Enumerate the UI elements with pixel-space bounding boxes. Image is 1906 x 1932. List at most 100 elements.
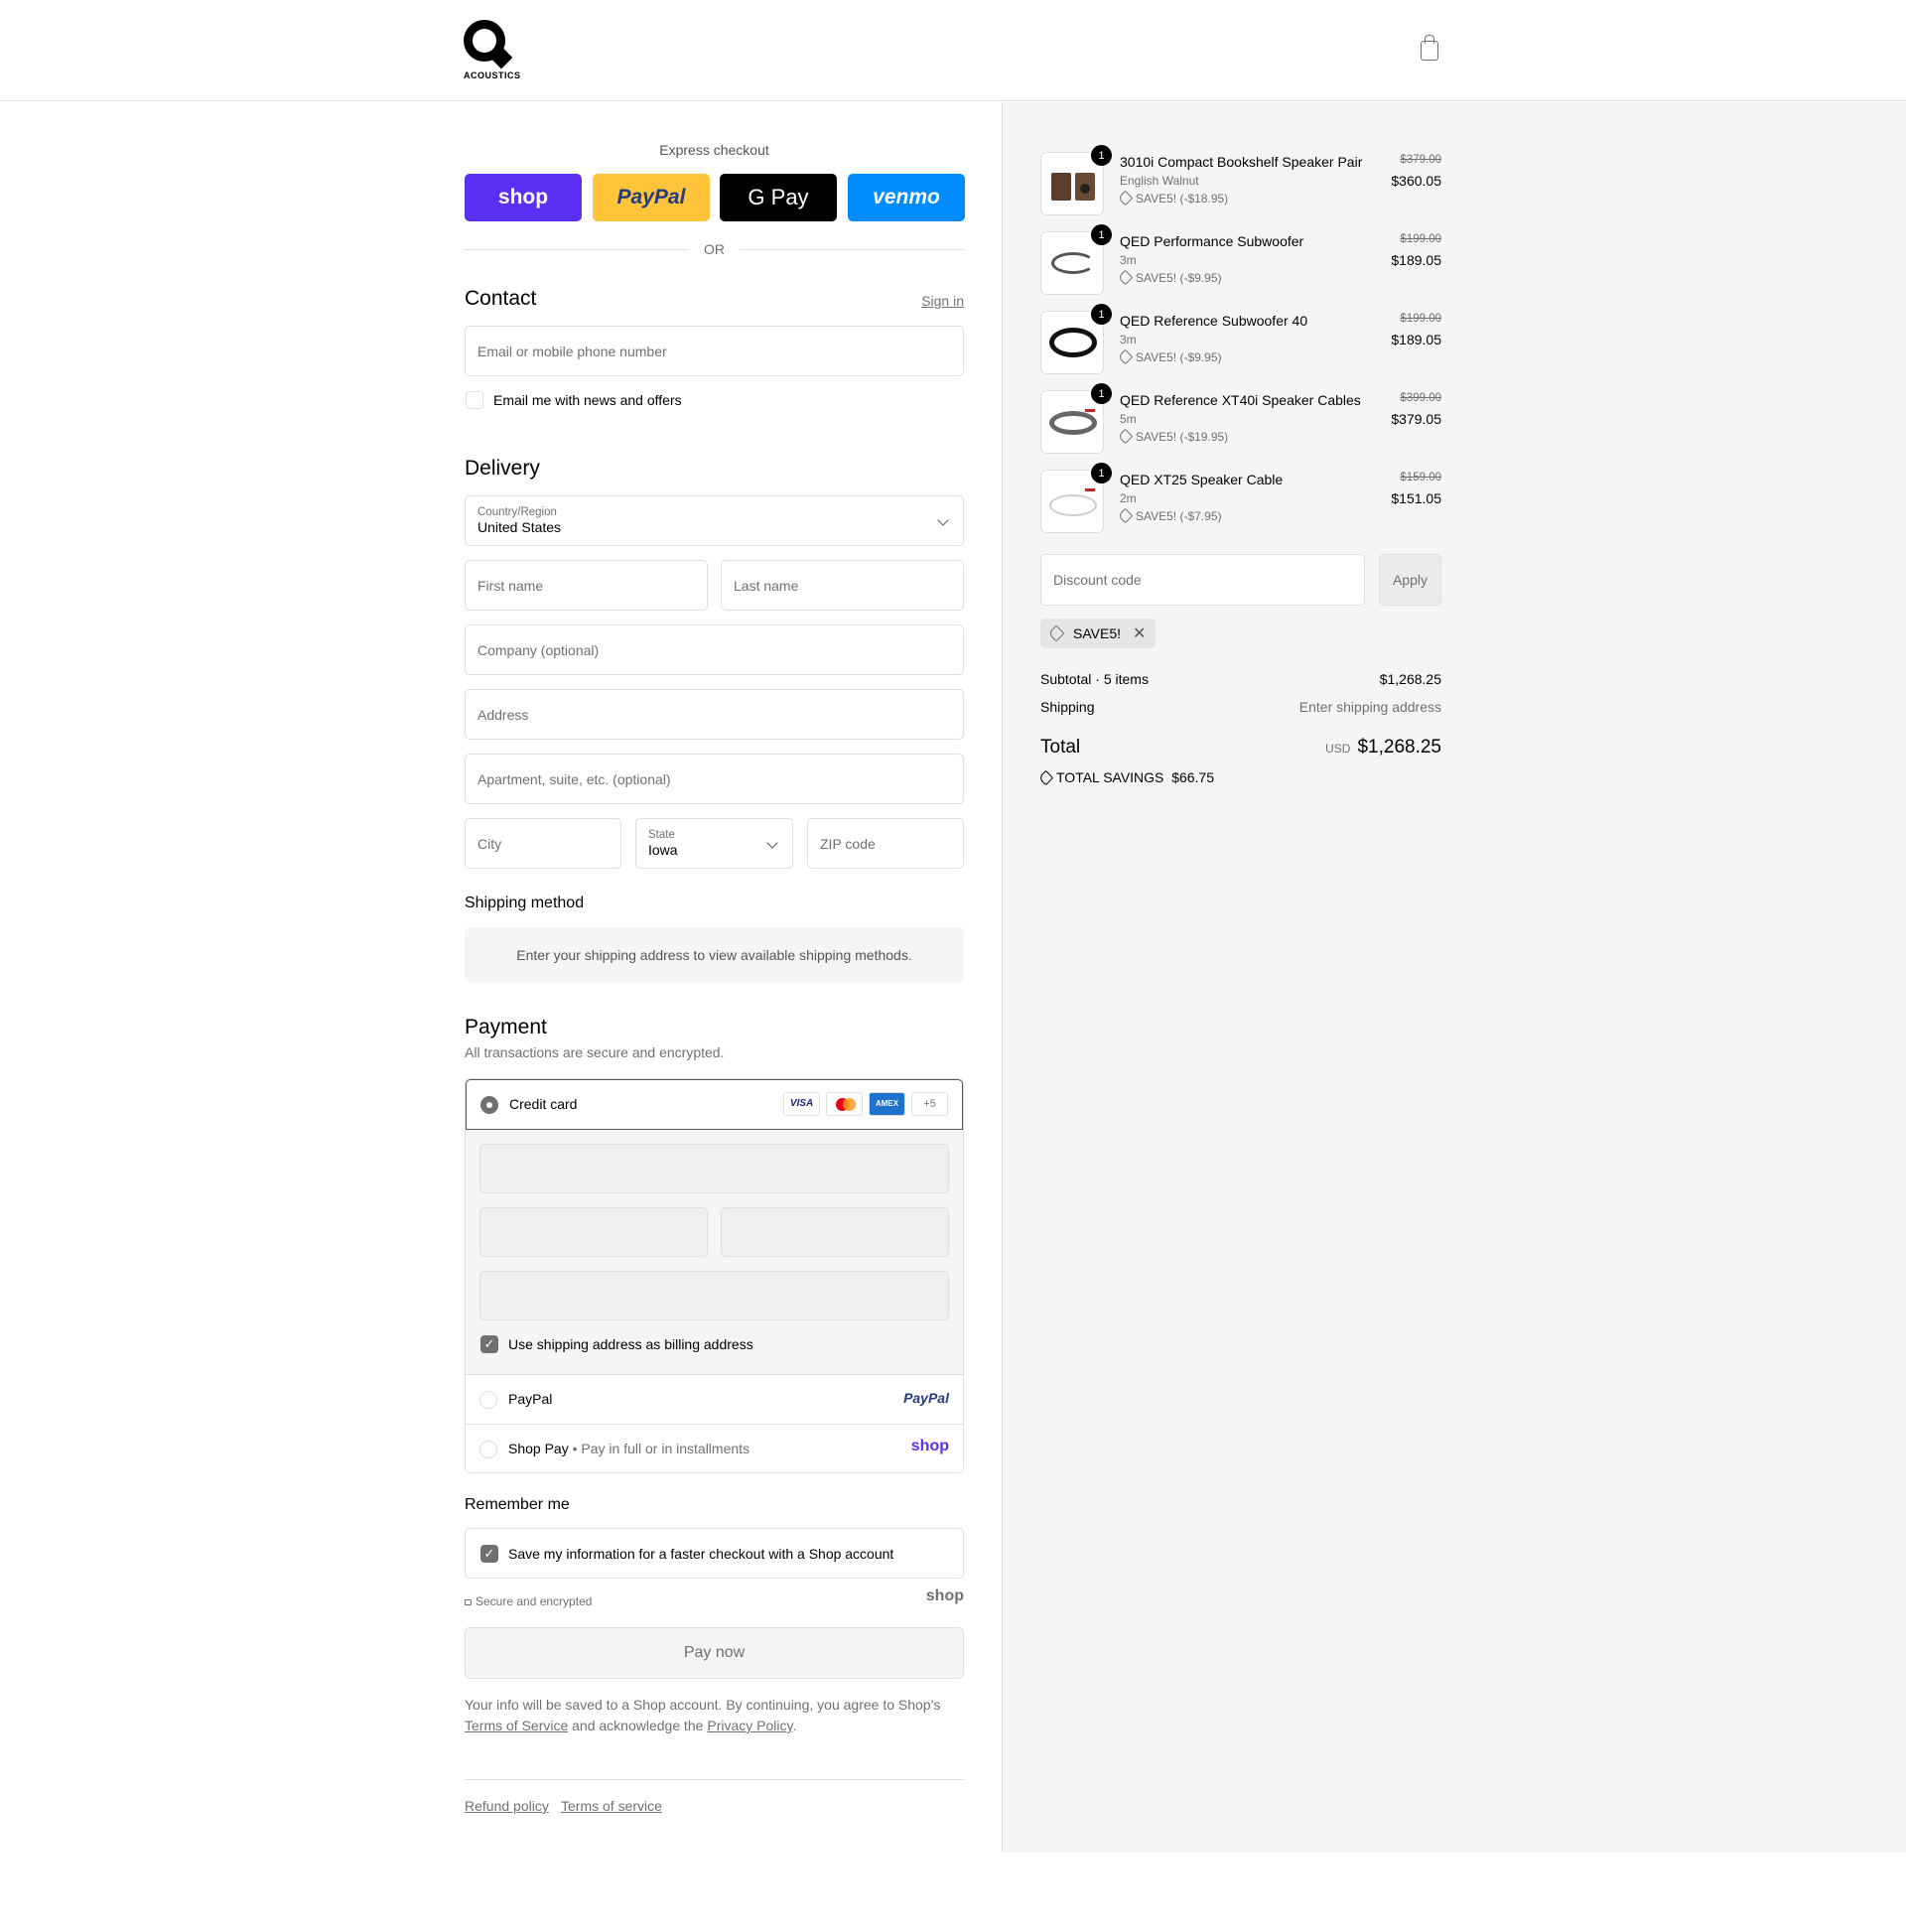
billing-label: Use shipping address as billing address xyxy=(508,1336,753,1352)
discount-code-field[interactable]: Discount code xyxy=(1040,554,1365,606)
apartment-placeholder: Apartment, suite, etc. (optional) xyxy=(477,770,671,787)
item-discount: SAVE5! (-$9.95) xyxy=(1117,269,1222,286)
quantity-badge: 1 xyxy=(1091,145,1112,166)
company-field[interactable]: Company (optional) xyxy=(465,624,964,675)
zip-field[interactable]: ZIP code xyxy=(807,818,964,869)
total-amount: USD $1,268.25 xyxy=(1325,737,1441,759)
logo-text: ACOUSTICS xyxy=(464,70,521,80)
last-name-field[interactable]: Last name xyxy=(721,560,964,611)
cart-item: 1 QED Performance Subwoofer 3m SAVE5! (-… xyxy=(1040,221,1441,295)
item-name: QED Reference Subwoofer 40 xyxy=(1120,313,1308,329)
brand-logo[interactable]: ACOUSTICS xyxy=(464,20,520,83)
apply-button[interactable]: Apply xyxy=(1379,554,1441,606)
item-variant: English Walnut xyxy=(1120,174,1199,188)
lock-icon xyxy=(465,1599,472,1605)
address-field[interactable]: Address xyxy=(465,689,964,740)
tag-icon xyxy=(1117,348,1134,365)
terms-of-service-link[interactable]: Terms of service xyxy=(561,1798,662,1814)
item-discount: SAVE5! (-$7.95) xyxy=(1117,507,1221,524)
tag-icon xyxy=(1117,190,1134,207)
pay-now-button[interactable]: Pay now xyxy=(465,1627,964,1679)
paypal-button[interactable]: PayPal xyxy=(593,174,710,221)
city-field[interactable]: City xyxy=(465,818,621,869)
item-variant: 3m xyxy=(1120,253,1137,267)
shop-pay-option[interactable]: Shop Pay • Pay in full or in installment… xyxy=(466,1424,963,1472)
billing-checkbox[interactable]: ✓ xyxy=(480,1335,498,1353)
google-pay-logo: G Pay xyxy=(748,185,809,209)
legal-text-2: and acknowledge the xyxy=(572,1718,704,1733)
paypal-radio[interactable] xyxy=(479,1391,497,1409)
item-variant: 5m xyxy=(1120,412,1137,426)
name-on-card-field[interactable] xyxy=(479,1271,949,1320)
legal-text-1: Your info will be saved to a Shop accoun… xyxy=(465,1697,941,1713)
speaker-icon xyxy=(1051,173,1071,201)
item-name: QED Reference XT40i Speaker Cables xyxy=(1120,392,1361,408)
cable-icon xyxy=(1049,411,1097,435)
save-info-checkbox[interactable]: ✓ xyxy=(480,1545,498,1563)
payment-subtitle: All transactions are secure and encrypte… xyxy=(465,1044,725,1060)
credit-card-radio[interactable] xyxy=(480,1096,498,1114)
quantity-badge: 1 xyxy=(1091,224,1112,245)
shop-logo-icon: shop xyxy=(910,1438,949,1454)
security-code-field[interactable] xyxy=(721,1207,949,1257)
cart-item: 1 QED Reference XT40i Speaker Cables 5m … xyxy=(1040,380,1441,454)
close-icon[interactable]: ✕ xyxy=(1133,623,1146,643)
email-placeholder: Email or mobile phone number xyxy=(477,343,667,359)
venmo-logo: venmo xyxy=(873,186,940,208)
credit-card-option[interactable]: Credit card VISA AMEX +5 xyxy=(466,1079,963,1130)
company-placeholder: Company (optional) xyxy=(477,641,600,658)
item-old-price: $199.00 xyxy=(1400,313,1441,325)
google-pay-button[interactable]: G Pay xyxy=(720,174,837,221)
shop-pay-button[interactable]: shop xyxy=(465,174,582,221)
country-select[interactable]: Country/Region United States xyxy=(465,495,964,546)
state-value: Iowa xyxy=(648,842,678,858)
venmo-button[interactable]: venmo xyxy=(848,174,965,221)
email-field[interactable]: Email or mobile phone number xyxy=(465,326,964,376)
paypal-option[interactable]: PayPal PayPal xyxy=(466,1374,963,1424)
savings-value: $66.75 xyxy=(1171,769,1215,785)
privacy-policy-link[interactable]: Privacy Policy xyxy=(707,1718,792,1733)
country-label: Country/Region xyxy=(477,506,557,518)
paypal-logo: PayPal xyxy=(616,186,686,208)
payment-methods: Credit card VISA AMEX +5 ✓ Use shipping … xyxy=(465,1078,964,1473)
remember-me-title: Remember me xyxy=(465,1496,570,1513)
shop-terms-link[interactable]: Terms of Service xyxy=(465,1718,568,1733)
newsletter-checkbox[interactable] xyxy=(466,391,483,409)
item-discount-text: SAVE5! (-$19.95) xyxy=(1136,430,1229,444)
currency-code: USD xyxy=(1325,742,1351,756)
tag-icon xyxy=(1037,769,1054,786)
cart-item: 1 QED Reference Subwoofer 40 3m SAVE5! (… xyxy=(1040,301,1441,374)
apartment-field[interactable]: Apartment, suite, etc. (optional) xyxy=(465,754,964,804)
item-old-price: $379.00 xyxy=(1400,154,1441,166)
quantity-badge: 1 xyxy=(1091,463,1112,483)
item-discount-text: SAVE5! (-$9.95) xyxy=(1136,271,1222,285)
tag-icon xyxy=(1117,428,1134,445)
delivery-title: Delivery xyxy=(465,457,540,480)
quantity-badge: 1 xyxy=(1091,304,1112,325)
shipping-method-notice: Enter your shipping address to view avai… xyxy=(465,927,964,982)
expiration-field[interactable] xyxy=(479,1207,708,1257)
tag-icon xyxy=(1117,269,1134,286)
credit-card-label: Credit card xyxy=(509,1096,578,1112)
remember-me-box: ✓ Save my information for a faster check… xyxy=(465,1528,964,1579)
sign-in-link[interactable]: Sign in xyxy=(921,293,964,309)
cart-bag-icon[interactable] xyxy=(1421,35,1438,61)
card-number-field[interactable] xyxy=(479,1144,949,1193)
paypal-logo-icon: PayPal xyxy=(903,1390,949,1406)
quantity-badge: 1 xyxy=(1091,383,1112,404)
express-checkout-title: Express checkout xyxy=(659,142,769,158)
first-name-field[interactable]: First name xyxy=(465,560,708,611)
refund-policy-link[interactable]: Refund policy xyxy=(465,1798,549,1814)
legal-period: . xyxy=(792,1718,797,1733)
header: ACOUSTICS xyxy=(0,0,1906,101)
item-old-price: $199.00 xyxy=(1400,233,1441,245)
tag-icon xyxy=(1117,507,1134,524)
shop-pay-radio[interactable] xyxy=(479,1441,497,1458)
total-value: $1,268.25 xyxy=(1357,737,1441,758)
or-label: OR xyxy=(704,241,725,257)
item-variant: 3m xyxy=(1120,333,1137,346)
item-price: $189.05 xyxy=(1391,332,1441,347)
item-discount-text: SAVE5! (-$18.95) xyxy=(1136,192,1229,206)
cable-icon xyxy=(1049,494,1097,516)
state-select[interactable]: State Iowa xyxy=(635,818,793,869)
